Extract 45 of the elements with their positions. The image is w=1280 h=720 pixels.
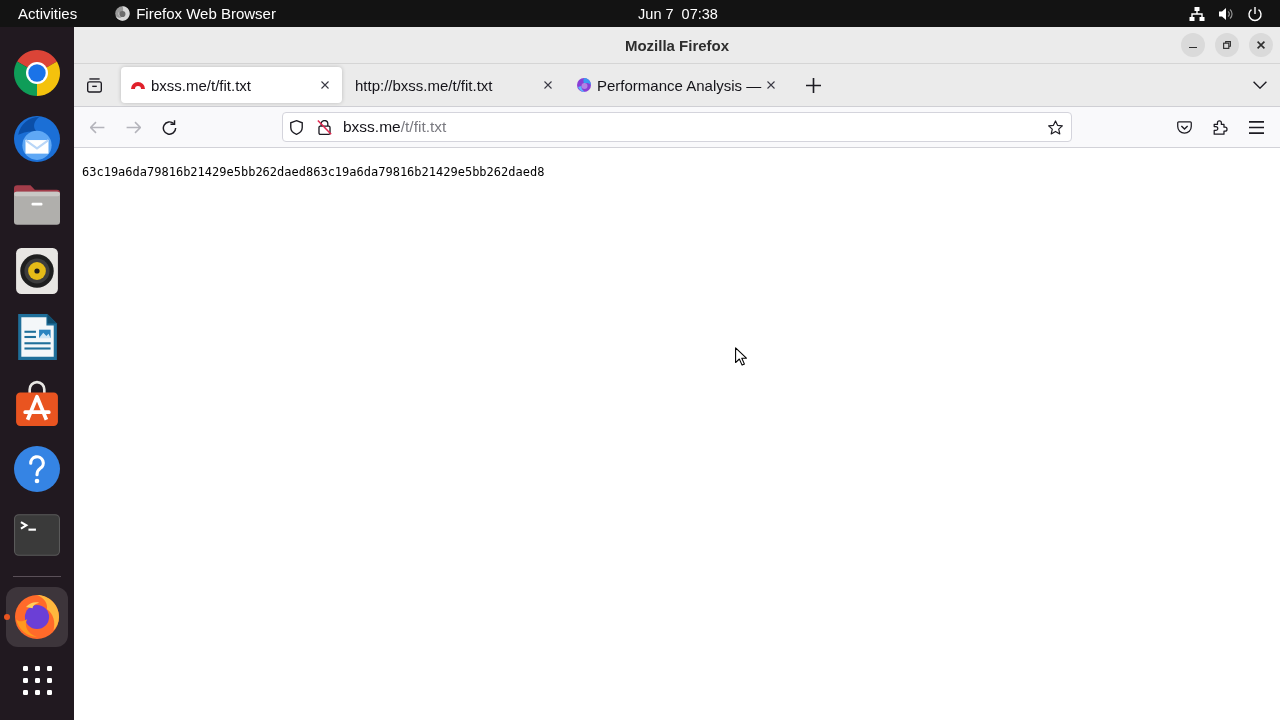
terminal-icon [14,512,60,558]
page-text: 63c19a6da79816b21429e5bb262daed863c19a6da79816b21429e5bb262daed8 [82,165,545,179]
power-icon[interactable] [1247,5,1263,22]
puzzle-piece-icon[interactable] [1212,119,1228,135]
close-icon[interactable] [321,81,329,89]
shopping-bag-icon [14,380,60,426]
app-menu[interactable]: Firefox Web Browser [115,5,276,22]
network-icon[interactable] [1189,5,1205,22]
browser-tab[interactable]: http://bxss.me/t/fit.txt [344,67,565,103]
activities-button[interactable]: Activities [18,5,78,22]
minimize-icon [1189,46,1197,49]
mail-icon [14,116,60,162]
box-icon[interactable] [86,77,102,93]
reload-icon[interactable] [161,119,177,135]
clock[interactable]: Jun 7 07:38 [638,5,718,22]
app-logo-icon [115,6,131,21]
globe-icon [577,78,591,92]
bookmark-star-icon[interactable] [1048,119,1063,135]
close-button[interactable] [1249,33,1273,57]
mouse-pointer-icon [735,347,747,366]
arch-icon [131,81,145,89]
folder-icon [14,182,60,228]
chevron-down-icon[interactable] [1253,81,1267,89]
dock-item[interactable] [6,587,68,647]
plus-icon[interactable] [805,77,821,93]
tricolor-ring-icon [14,50,60,96]
flame-globe-icon [15,595,59,639]
pocket-icon[interactable] [1176,119,1192,135]
speaker-icon [14,248,60,294]
url-text: bxss.me/t/fit.txt [343,118,447,136]
window-title: Mozilla Firefox [624,36,730,54]
volume-icon[interactable] [1218,5,1234,22]
close-icon[interactable] [544,81,552,89]
app-grid-icon[interactable] [22,665,52,695]
menu-icon[interactable] [1248,119,1264,135]
url-field[interactable]: bxss.me/t/fit.txt [282,112,1072,142]
close-icon [1257,41,1265,49]
restore-button[interactable] [1215,33,1239,57]
browser-tab[interactable]: Performance Analysis — [567,67,788,103]
close-icon[interactable] [767,81,775,89]
help-icon [14,446,60,492]
restore-icon [1223,41,1231,49]
shield-icon[interactable] [289,119,304,135]
browser-tab[interactable]: bxss.me/t/fit.txt [121,67,342,103]
crossed-lock-icon[interactable] [317,119,332,135]
